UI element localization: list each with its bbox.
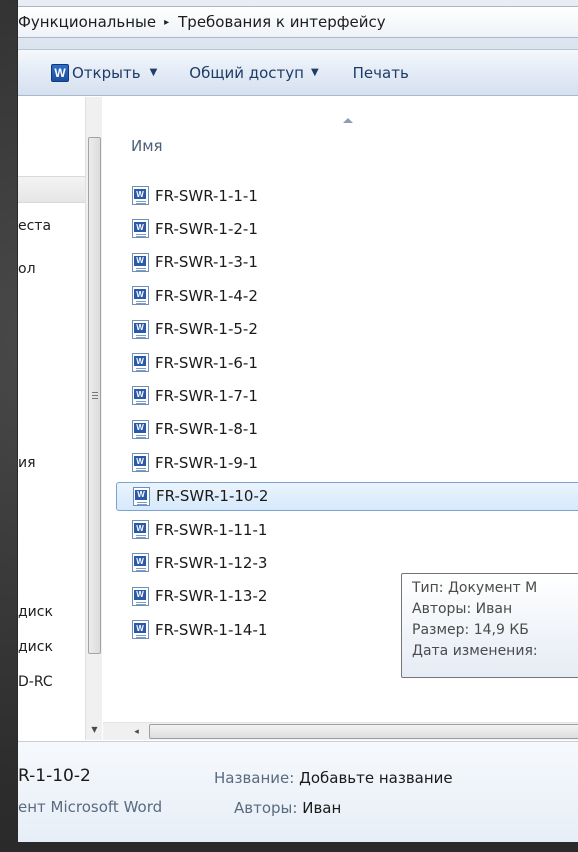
nav-item-places[interactable]: еста: [18, 218, 51, 234]
breadcrumb-item-interface-requirements[interactable]: Требования к интерфейсу: [178, 13, 386, 31]
tooltip-authors: Авторы: Иван: [412, 601, 513, 617]
details-title-value[interactable]: Добавьте название: [299, 769, 453, 787]
nav-scrollbar[interactable]: ▲ ▼: [85, 97, 102, 740]
file-name: FR-SWR-1-13-2: [155, 587, 268, 606]
file-row[interactable]: W FR-SWR-1-5-2: [116, 315, 578, 344]
sort-ascending-icon: [343, 118, 353, 123]
breadcrumb-item-functional[interactable]: Функциональные: [18, 13, 156, 31]
word-document-icon: W: [132, 319, 149, 339]
nav-group-header[interactable]: [18, 176, 88, 203]
details-file-name: R-1-10-2: [18, 766, 91, 786]
nav-scroll-thumb[interactable]: [88, 137, 101, 654]
word-document-icon: W: [132, 386, 149, 406]
print-button[interactable]: Печать: [353, 64, 409, 82]
horizontal-scrollbar[interactable]: ◂: [103, 722, 578, 740]
file-name: FR-SWR-1-4-2: [155, 286, 258, 305]
word-document-icon: W: [132, 620, 149, 640]
open-button[interactable]: W Открыть ▼: [51, 63, 158, 82]
word-document-icon: W: [133, 486, 150, 506]
scroll-left-icon[interactable]: ◂: [128, 723, 145, 740]
file-tooltip: Тип: Документ M Авторы: Иван Размер: 14,…: [401, 573, 578, 678]
file-name: FR-SWR-1-12-3: [155, 553, 268, 572]
nav-item-libraries[interactable]: ия: [18, 455, 36, 471]
word-document-icon: W: [132, 586, 149, 606]
share-button[interactable]: Общий доступ ▼: [189, 64, 318, 82]
command-toolbar: W Открыть ▼ Общий доступ ▼ Печать: [18, 50, 578, 96]
column-header-name[interactable]: Имя: [131, 137, 163, 155]
file-row[interactable]: W FR-SWR-1-1-1: [116, 181, 578, 210]
word-document-icon: W: [132, 419, 149, 439]
chevron-down-icon[interactable]: ▼: [311, 67, 319, 78]
details-authors-value[interactable]: Иван: [302, 799, 341, 817]
file-name: FR-SWR-1-11-1: [155, 520, 268, 539]
file-row[interactable]: W FR-SWR-1-9-1: [116, 448, 578, 477]
tooltip-size: Размер: 14,9 КБ: [412, 622, 529, 638]
details-authors-label: Авторы:: [234, 799, 298, 817]
nav-item-local-disk-1[interactable]: диск: [18, 604, 53, 620]
details-title-label: Название:: [214, 769, 295, 787]
file-row[interactable]: W FR-SWR-1-2-1: [116, 214, 578, 243]
breadcrumb[interactable]: Функциональные ▸ Требования к интерфейсу: [18, 6, 578, 38]
file-row[interactable]: W FR-SWR-1-3-1: [116, 248, 578, 277]
file-name: FR-SWR-1-1-1: [155, 186, 258, 205]
word-document-icon: W: [132, 453, 149, 473]
grip-icon: [92, 392, 98, 399]
file-row[interactable]: W FR-SWR-1-11-1: [116, 515, 578, 544]
word-icon: W: [51, 63, 69, 82]
chevron-down-icon[interactable]: ▼: [150, 67, 158, 78]
nav-item-local-disk-2[interactable]: диск: [18, 639, 53, 655]
word-document-icon: W: [132, 553, 149, 573]
file-row[interactable]: W FR-SWR-1-4-2: [116, 281, 578, 310]
details-title-field[interactable]: Название: Добавьте название: [214, 769, 453, 787]
tooltip-type: Тип: Документ M: [412, 580, 538, 596]
file-name: FR-SWR-1-14-1: [155, 620, 268, 639]
file-row[interactable]: W FR-SWR-1-6-1: [116, 348, 578, 377]
file-name: FR-SWR-1-9-1: [155, 453, 258, 472]
file-name: FR-SWR-1-2-1: [155, 219, 258, 238]
file-name: FR-SWR-1-8-1: [155, 420, 258, 439]
file-name: FR-SWR-1-6-1: [155, 353, 258, 372]
file-name: FR-SWR-1-7-1: [155, 386, 258, 405]
file-name: FR-SWR-1-3-1: [155, 253, 258, 272]
word-document-icon: W: [132, 520, 149, 539]
file-row[interactable]: W FR-SWR-1-7-1: [116, 381, 578, 410]
open-label: Открыть: [72, 63, 141, 82]
details-authors-field[interactable]: Авторы: Иван: [234, 799, 341, 817]
share-label: Общий доступ: [189, 63, 304, 82]
explorer-window: Функциональные ▸ Требования к интерфейсу…: [17, 0, 578, 842]
word-document-icon: W: [132, 286, 149, 306]
address-bar: Функциональные ▸ Требования к интерфейсу: [18, 0, 578, 50]
file-name: FR-SWR-1-10-2: [156, 487, 269, 506]
horizontal-scroll-thumb[interactable]: [149, 724, 578, 739]
nav-item-desktop[interactable]: ол: [18, 261, 36, 277]
file-row[interactable]: W FR-SWR-1-10-2: [116, 481, 578, 511]
word-document-icon: W: [132, 219, 149, 239]
scroll-down-icon[interactable]: ▼: [86, 721, 103, 738]
file-name: FR-SWR-1-5-2: [155, 320, 258, 339]
word-document-icon: W: [132, 186, 149, 205]
details-file-type: ент Microsoft Word: [18, 798, 163, 816]
breadcrumb-separator-icon[interactable]: ▸: [164, 17, 169, 28]
word-document-icon: W: [132, 252, 149, 272]
taskbar-edge: [0, 842, 578, 852]
details-pane: R-1-10-2 ент Microsoft Word Название: До…: [18, 741, 578, 842]
nav-item-dvd-rom[interactable]: D-RC: [18, 674, 53, 690]
print-label: Печать: [352, 63, 409, 82]
word-document-icon: W: [132, 353, 149, 372]
file-row[interactable]: W FR-SWR-1-8-1: [116, 415, 578, 444]
tooltip-modified: Дата изменения:: [412, 643, 538, 659]
